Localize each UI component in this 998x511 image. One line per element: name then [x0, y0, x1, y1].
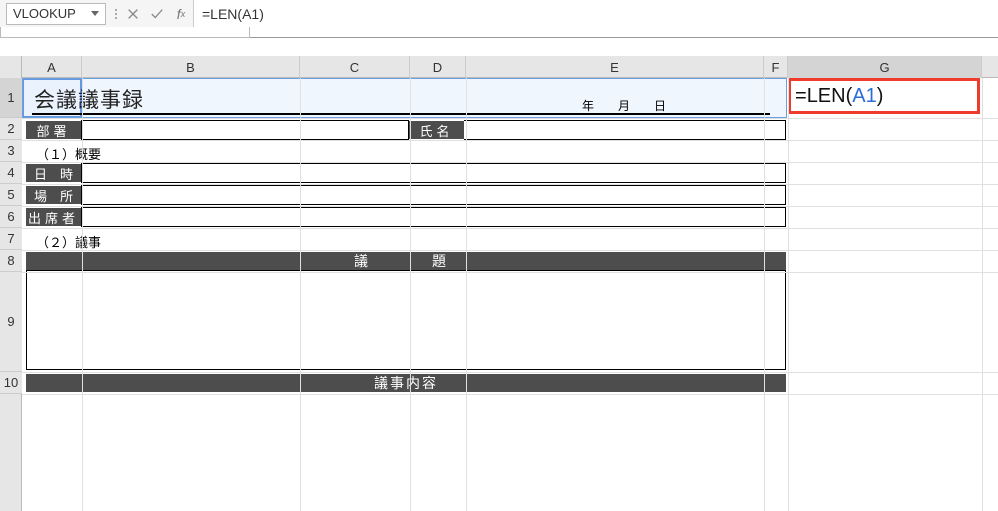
col-header-F[interactable]: F — [764, 56, 788, 78]
input-place[interactable] — [81, 185, 786, 205]
row-headers: 12345678910 — [0, 56, 22, 511]
row-header-5[interactable]: 5 — [0, 184, 22, 206]
gridline-v — [82, 78, 83, 511]
gridline-h — [22, 228, 998, 229]
grip-icon — [113, 9, 118, 19]
cancel-formula-button[interactable] — [121, 3, 145, 25]
column-headers: ABCDEFG — [22, 56, 998, 78]
label-month: 月 — [618, 97, 630, 114]
input-name[interactable] — [464, 120, 786, 140]
formula-open: ( — [846, 85, 853, 108]
formula-bar[interactable]: =LEN(A1) — [193, 0, 998, 28]
label-attendees: 出席者 — [26, 208, 81, 226]
formula-eq: = — [795, 85, 807, 108]
gridline-h — [22, 118, 998, 119]
formula-bar-border — [0, 27, 250, 38]
label-place: 場 所 — [26, 186, 81, 204]
gridline-h — [22, 394, 998, 395]
banner-agenda: 議 題 — [26, 252, 786, 270]
gridline-v — [982, 78, 983, 511]
formula-fn: LEN — [807, 85, 846, 108]
label-name: 氏名 — [409, 121, 464, 139]
sheet-title: 会議議事録 — [30, 84, 144, 114]
col-header-B[interactable]: B — [82, 56, 300, 78]
row-header-10[interactable]: 10 — [0, 372, 22, 394]
col-header-G[interactable]: G — [788, 56, 982, 78]
label-datetime: 日 時 — [26, 164, 81, 182]
gridline-h — [22, 184, 998, 185]
fx-button[interactable]: fx — [169, 3, 193, 25]
gridline-v — [788, 78, 789, 511]
gridline-v — [466, 78, 467, 511]
row-header-3[interactable]: 3 — [0, 140, 22, 162]
check-icon — [150, 7, 164, 21]
col-header-A[interactable]: A — [22, 56, 82, 78]
dropdown-icon — [91, 11, 99, 16]
row-header-8[interactable]: 8 — [0, 250, 22, 272]
col-header-E[interactable]: E — [466, 56, 764, 78]
gridline-v — [300, 78, 301, 511]
gridline-h — [22, 250, 998, 251]
input-agenda-body[interactable] — [26, 270, 786, 370]
row-header-6[interactable]: 6 — [0, 206, 22, 228]
gridline-h — [22, 140, 998, 141]
banner-content: 議事内容 — [26, 374, 786, 392]
cells-area[interactable]: 会議議事録 年 月 日 部署 氏名 （１）概要 日 時 場 所 出席者 （２）議… — [22, 78, 998, 511]
row-header-2[interactable]: 2 — [0, 118, 22, 140]
name-box-text: VLOOKUP — [13, 6, 76, 21]
gridline-h — [22, 372, 998, 373]
col-header-C[interactable]: C — [300, 56, 410, 78]
input-datetime[interactable] — [81, 163, 786, 183]
date-labels: 年 月 日 — [582, 78, 666, 114]
row-header-1[interactable]: 1 — [0, 78, 22, 118]
row-header-7[interactable]: 7 — [0, 228, 22, 250]
gridline-v — [764, 78, 765, 511]
formula-close: ) — [877, 85, 884, 108]
gridline-h — [22, 162, 998, 163]
label-year: 年 — [582, 97, 594, 114]
input-dept[interactable] — [81, 120, 409, 140]
col-header-D[interactable]: D — [410, 56, 466, 78]
active-cell-g1[interactable]: =LEN(A1) — [788, 78, 980, 114]
gridline-v — [410, 78, 411, 511]
spreadsheet-grid[interactable]: ABCDEFG 12345678910 会議議事録 年 月 日 部署 氏名 （１… — [0, 56, 998, 511]
gridline-h — [22, 272, 998, 273]
section-2-label: （２）議事 — [36, 232, 101, 251]
x-icon — [126, 7, 140, 21]
input-attendees[interactable] — [81, 207, 786, 227]
accept-formula-button[interactable] — [145, 3, 169, 25]
sheet-title-row: 会議議事録 — [30, 78, 144, 114]
gridline-h — [22, 206, 998, 207]
label-dept: 部署 — [26, 121, 81, 139]
section-1-label: （１）概要 — [36, 144, 101, 163]
row-header-4[interactable]: 4 — [0, 162, 22, 184]
name-box[interactable]: VLOOKUP — [6, 3, 106, 25]
formula-ref: A1 — [852, 85, 876, 108]
formula-text: =LEN(A1) — [202, 6, 264, 22]
row-header-9[interactable]: 9 — [0, 272, 22, 372]
label-day: 日 — [654, 97, 666, 114]
